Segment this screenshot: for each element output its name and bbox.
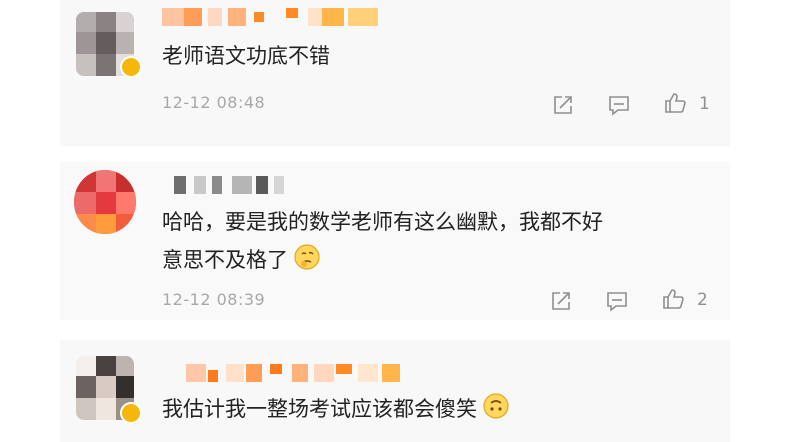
like-count: 1 bbox=[699, 94, 710, 114]
like-count: 2 bbox=[697, 290, 708, 310]
comment-item bbox=[60, 0, 730, 146]
avatar[interactable] bbox=[74, 170, 136, 234]
comment-item bbox=[60, 162, 730, 320]
comment-icon[interactable] bbox=[606, 290, 628, 312]
thumbs-up-icon[interactable] bbox=[662, 288, 684, 310]
comment-text-line: 意思不及格了 bbox=[162, 248, 288, 272]
upside-down-smile-emoji-icon bbox=[483, 393, 509, 431]
verified-badge-icon bbox=[120, 402, 142, 424]
verified-badge-icon bbox=[120, 56, 142, 78]
thumbs-up-icon[interactable] bbox=[664, 92, 686, 114]
comment-text: 我估计我一整场考试应该都会傻笑 bbox=[162, 390, 509, 431]
comment-time: 12-12 08:48 bbox=[162, 93, 266, 112]
comment-text: 哈哈，要是我的数学老师有这么幽默，我都不好 bbox=[162, 210, 603, 234]
comment-icon[interactable] bbox=[608, 94, 630, 116]
share-icon[interactable] bbox=[552, 94, 574, 116]
comment-text: 意思不及格了 bbox=[162, 241, 320, 282]
share-icon[interactable] bbox=[550, 290, 572, 312]
comment-time: 12-12 08:39 bbox=[162, 290, 266, 309]
comment-text-line: 我估计我一整场考试应该都会傻笑 bbox=[162, 397, 477, 421]
thinking-emoji-icon bbox=[294, 244, 320, 282]
comment-text: 老师语文功底不错 bbox=[162, 44, 330, 68]
